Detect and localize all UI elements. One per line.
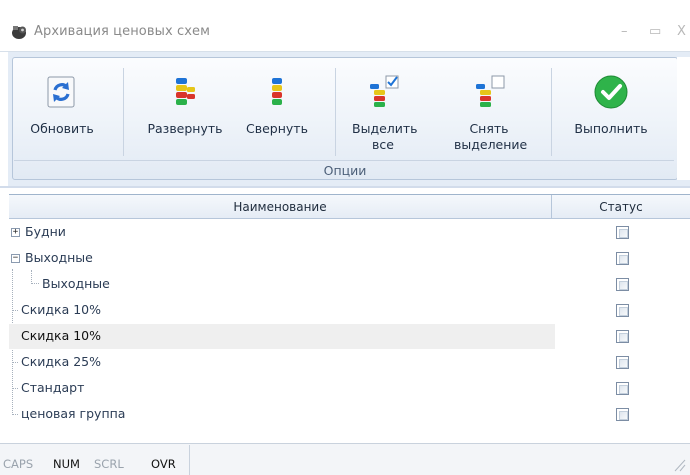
status-caps: CAPS (3, 457, 34, 471)
deselect-button[interactable]: Снять выделение (445, 58, 533, 162)
expand-button[interactable]: Развернуть (137, 58, 233, 162)
row-name: ценовая группа (21, 406, 126, 421)
tree-row[interactable]: Скидка 25% (9, 349, 690, 375)
tree-row-selected[interactable]: Скидка 10% (9, 323, 690, 349)
checkmark-icon (594, 75, 628, 109)
tree-row[interactable]: + Будни (9, 219, 690, 245)
resize-grip-icon[interactable] (672, 456, 686, 472)
ribbon-group-options: Обновить Развернуть Свернуть Выделить вс… (12, 57, 678, 180)
tree-collapse-icon (272, 78, 282, 105)
status-bar: CAPS NUM SCRL OVR (0, 443, 690, 475)
ribbon-group-label: Опции (323, 163, 367, 178)
select-all-label-text: Выделить все (352, 121, 418, 152)
close-button[interactable]: X (677, 24, 686, 39)
row-name: Скидка 10% (21, 328, 102, 343)
status-separator (189, 445, 190, 475)
ribbon-separator (551, 68, 552, 156)
tree-row[interactable]: Скидка 10% (9, 297, 690, 323)
ribbon-separator (335, 68, 336, 156)
collapse-toggle[interactable]: − (11, 253, 20, 263)
column-header-status[interactable]: Статус (552, 195, 690, 219)
tree-expand-icon (176, 78, 195, 105)
refresh-icon (47, 76, 75, 108)
ribbon-separator (123, 68, 124, 156)
schemes-tree-grid[interactable]: Наименование Статус + Будни − Выходные В… (9, 194, 690, 443)
row-name: Скидка 10% (21, 302, 102, 317)
row-name: Будни (25, 224, 66, 239)
expand-glyph: + (12, 227, 19, 237)
row-name: Выходные (42, 276, 110, 291)
app-icon (12, 26, 26, 39)
column-header-name[interactable]: Наименование (9, 195, 552, 219)
refresh-label: Обновить (30, 121, 94, 136)
execute-button[interactable]: Выполнить (557, 58, 665, 162)
refresh-button[interactable]: Обновить (17, 58, 107, 162)
ribbon: Обновить Развернуть Свернуть Выделить вс… (8, 52, 690, 186)
deselect-icon (476, 75, 505, 107)
status-scrl: SCRL (94, 457, 124, 471)
status-checkbox[interactable] (616, 408, 629, 421)
row-name: Выходные (25, 250, 93, 265)
select-all-icon (370, 75, 399, 107)
tree-row[interactable]: Стандарт (9, 375, 690, 401)
maximize-button[interactable]: ▭ (649, 24, 661, 39)
deselect-label-text: Снять выделение (454, 121, 528, 152)
status-checkbox[interactable] (616, 356, 629, 369)
collapse-glyph: − (12, 253, 19, 263)
status-checkbox[interactable] (616, 226, 629, 239)
status-checkbox[interactable] (616, 252, 629, 265)
row-name: Скидка 25% (21, 354, 102, 369)
status-checkbox[interactable] (616, 382, 629, 395)
title-bar: Архивация ценовых схем – ▭ X (0, 10, 690, 52)
status-checkbox[interactable] (616, 278, 629, 291)
collapse-label: Свернуть (246, 121, 308, 136)
expand-toggle[interactable]: + (11, 227, 20, 237)
tree-row[interactable]: − Выходные (9, 245, 690, 271)
tree-row[interactable]: ценовая группа (9, 401, 690, 427)
status-checkbox[interactable] (616, 330, 629, 343)
minimize-button[interactable]: – (621, 24, 628, 39)
grid-header: Наименование Статус (9, 195, 690, 219)
row-name: Стандарт (21, 380, 85, 395)
ribbon-group-divider (14, 160, 674, 161)
expand-label: Развернуть (147, 121, 223, 136)
select-all-label: Выделить все (343, 121, 423, 153)
ribbon-right-edge (677, 57, 690, 180)
status-num: NUM (53, 457, 80, 471)
window-title: Архивация ценовых схем (34, 24, 211, 39)
select-all-button[interactable]: Выделить все (343, 58, 423, 162)
deselect-label: Снять выделение (445, 121, 533, 153)
execute-label: Выполнить (574, 121, 648, 136)
window-left-edge (0, 52, 8, 443)
tree-row-child[interactable]: Выходные (9, 271, 690, 297)
collapse-button[interactable]: Свернуть (235, 58, 319, 162)
ribbon-bottom-border (0, 186, 690, 188)
status-checkbox[interactable] (616, 304, 629, 317)
status-ovr: OVR (151, 457, 176, 471)
